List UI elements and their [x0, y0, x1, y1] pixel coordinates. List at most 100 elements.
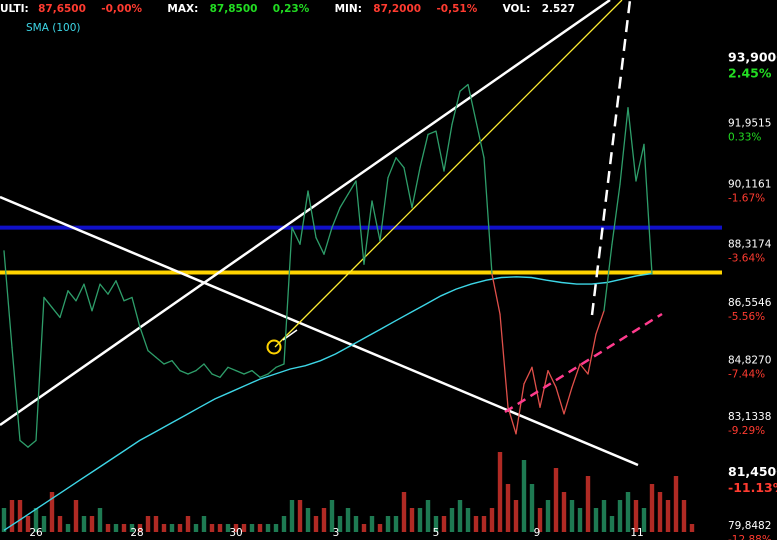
volume-bar: [489, 508, 495, 532]
price-segment: [139, 326, 149, 352]
volume-bar: [145, 516, 151, 532]
x-tick-label: 26: [29, 527, 43, 539]
volume-bar: [65, 524, 71, 532]
volume-bar: [593, 508, 599, 532]
y-tick-percent: -11.13%: [728, 480, 777, 495]
price-segment: [635, 143, 645, 182]
price-segment: [235, 369, 245, 375]
volume-bar: [281, 516, 287, 532]
price-segment: [251, 369, 261, 378]
price-segment: [243, 369, 253, 375]
x-axis: 26 28 30 3 5 9 11: [29, 527, 643, 539]
price-segment: [395, 157, 405, 169]
price-segment: [603, 243, 613, 312]
price-segment: [307, 190, 317, 239]
price-segment: [75, 283, 85, 302]
volume-bar: [105, 524, 111, 532]
volume-bar: [409, 508, 415, 532]
volume-bar: [457, 500, 463, 532]
volume-bar: [265, 524, 271, 532]
price-segment: [163, 360, 173, 365]
y-tick-price: 91,9515: [728, 117, 771, 129]
price-segment: [467, 83, 477, 122]
price-segment: [227, 366, 237, 372]
volume-bar: [73, 500, 79, 532]
y-tick-price: 84,8270: [728, 354, 771, 366]
price-segment: [83, 283, 93, 312]
price-segment: [3, 250, 13, 349]
volume-bar: [673, 476, 679, 532]
volume-bar: [361, 524, 367, 532]
price-segment: [147, 350, 157, 358]
price-segment: [579, 363, 589, 375]
y-tick-price: 79,8482: [728, 520, 771, 532]
volume-bar: [193, 524, 199, 532]
volume-bar: [385, 516, 391, 532]
price-segment: [211, 373, 221, 378]
y-tick-percent: 0.33%: [728, 131, 761, 143]
volume-bar: [209, 524, 215, 532]
volume-bar: [89, 516, 95, 532]
price-segment: [131, 296, 141, 329]
volume-bar: [401, 492, 407, 532]
y-tick-price: 86,5546: [728, 297, 772, 309]
price-chart[interactable]: 93,90002.45% 91,9515 0.33% 90,1161 -1.67% 88,…: [0, 0, 777, 540]
volume-bar: [601, 500, 607, 532]
price-segment: [315, 236, 325, 255]
price-segment: [499, 313, 509, 408]
volume-bar: [497, 452, 503, 532]
volume-bar: [449, 508, 455, 532]
volume-bar: [57, 516, 63, 532]
volume-bar: [569, 500, 575, 532]
pink-dashed-support: [504, 312, 663, 414]
volume-bar: [689, 524, 695, 532]
volume-bar: [553, 468, 559, 532]
price-segment: [611, 183, 621, 245]
volume-bar: [393, 516, 399, 532]
price-segment: [619, 107, 629, 185]
volume-bar: [257, 524, 263, 532]
volume-bar: [321, 508, 327, 532]
price-segment: [459, 83, 469, 92]
volume-bar: [577, 508, 583, 532]
volume-bar: [345, 508, 351, 532]
price-segment: [11, 346, 21, 442]
price-segment: [51, 306, 61, 319]
volume-bar: [617, 500, 623, 532]
price-segment: [595, 310, 605, 335]
y-tick-percent: -3.64%: [728, 252, 765, 264]
x-tick-label: 11: [630, 527, 643, 539]
price-segment: [115, 280, 125, 302]
volume-bar: [169, 524, 175, 532]
volume-bar: [121, 524, 127, 532]
price-segment: [291, 226, 301, 245]
x-tick-label: 30: [229, 527, 242, 539]
volume-bar: [273, 524, 279, 532]
volume-bar: [369, 516, 375, 532]
volume-bar: [297, 500, 303, 532]
price-segment: [299, 190, 309, 245]
price-segment: [555, 386, 565, 415]
price-segment: [99, 283, 109, 295]
price-segment: [403, 167, 413, 209]
price-segment: [411, 167, 421, 209]
volume-bar: [441, 516, 447, 532]
volume-bar: [313, 516, 319, 532]
x-tick-label: 9: [534, 527, 541, 539]
volume-bar: [657, 492, 663, 532]
y-tick-percent: 2.45%: [728, 66, 772, 81]
price-segment: [91, 283, 101, 312]
volume-bar: [249, 524, 255, 532]
price-segment: [483, 157, 493, 275]
volume-bar: [353, 516, 359, 532]
volume-bar: [177, 524, 183, 532]
price-segment: [19, 439, 29, 448]
y-axis: 93,90002.45% 91,9515 0.33% 90,1161 -1.67% 88,…: [728, 50, 777, 540]
price-segment: [563, 386, 573, 415]
price-segment: [443, 123, 453, 172]
volume-bar: [473, 516, 479, 532]
volume-bar: [505, 484, 511, 532]
volume-bar: [585, 476, 591, 532]
price-segment: [179, 369, 189, 375]
price-segment: [123, 296, 133, 302]
